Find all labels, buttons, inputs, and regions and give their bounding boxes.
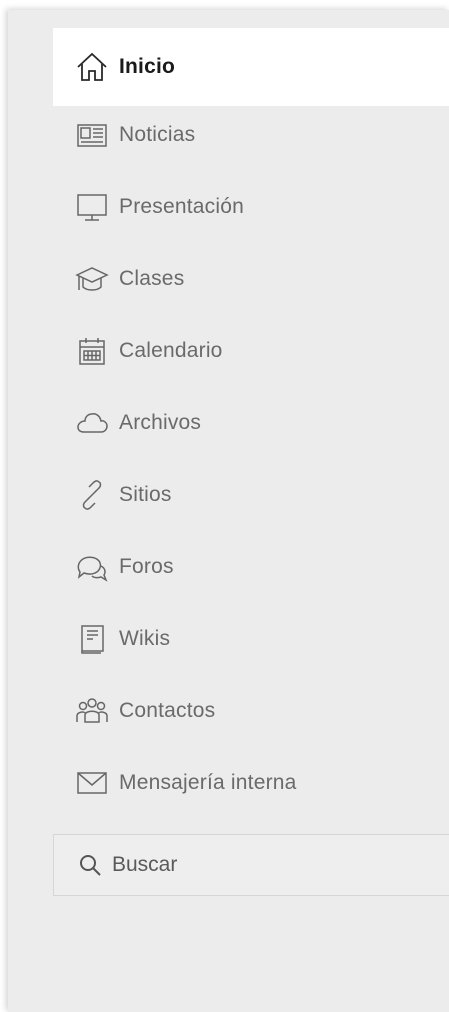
sidebar-item-label: Sitios	[119, 483, 172, 506]
people-icon	[75, 694, 109, 728]
sidebar-item-label: Archivos	[119, 411, 202, 434]
sidebar-item-label: Noticias	[119, 123, 196, 146]
newspaper-icon	[75, 118, 109, 152]
sidebar-item-sitios[interactable]: Sitios	[53, 460, 449, 530]
sidebar-item-foros[interactable]: Foros	[53, 532, 449, 602]
book-icon	[75, 622, 109, 656]
sidebar-item-label: Calendario	[119, 339, 223, 362]
search-icon	[76, 851, 104, 879]
sidebar-item-calendario[interactable]: Calendario	[53, 316, 449, 386]
calendar-icon	[75, 334, 109, 368]
sidebar-item-label: Inicio	[119, 55, 176, 78]
search-input[interactable]: Buscar	[53, 834, 449, 896]
sidebar: Inicio Noticias Presentación Clases Cale	[8, 10, 449, 1012]
home-icon	[75, 50, 109, 84]
sidebar-item-wikis[interactable]: Wikis	[53, 604, 449, 674]
sidebar-item-clases[interactable]: Clases	[53, 244, 449, 314]
envelope-icon	[75, 766, 109, 800]
link-icon	[75, 478, 109, 512]
sidebar-item-label: Mensajería interna	[119, 771, 297, 794]
sidebar-item-label: Presentación	[119, 195, 244, 218]
sidebar-item-mensajeria[interactable]: Mensajería interna	[53, 748, 449, 818]
sidebar-item-inicio[interactable]: Inicio	[53, 28, 449, 106]
chat-bubbles-icon	[75, 550, 109, 584]
graduation-cap-icon	[75, 262, 109, 296]
sidebar-item-contactos[interactable]: Contactos	[53, 676, 449, 746]
sidebar-item-label: Foros	[119, 555, 174, 578]
search-placeholder: Buscar	[112, 853, 178, 876]
monitor-icon	[75, 190, 109, 224]
sidebar-item-noticias[interactable]: Noticias	[53, 100, 449, 170]
sidebar-item-label: Contactos	[119, 699, 216, 722]
sidebar-item-archivos[interactable]: Archivos	[53, 388, 449, 458]
cloud-icon	[75, 406, 109, 440]
sidebar-item-label: Wikis	[119, 627, 171, 650]
sidebar-item-presentacion[interactable]: Presentación	[53, 172, 449, 242]
sidebar-item-label: Clases	[119, 267, 185, 290]
